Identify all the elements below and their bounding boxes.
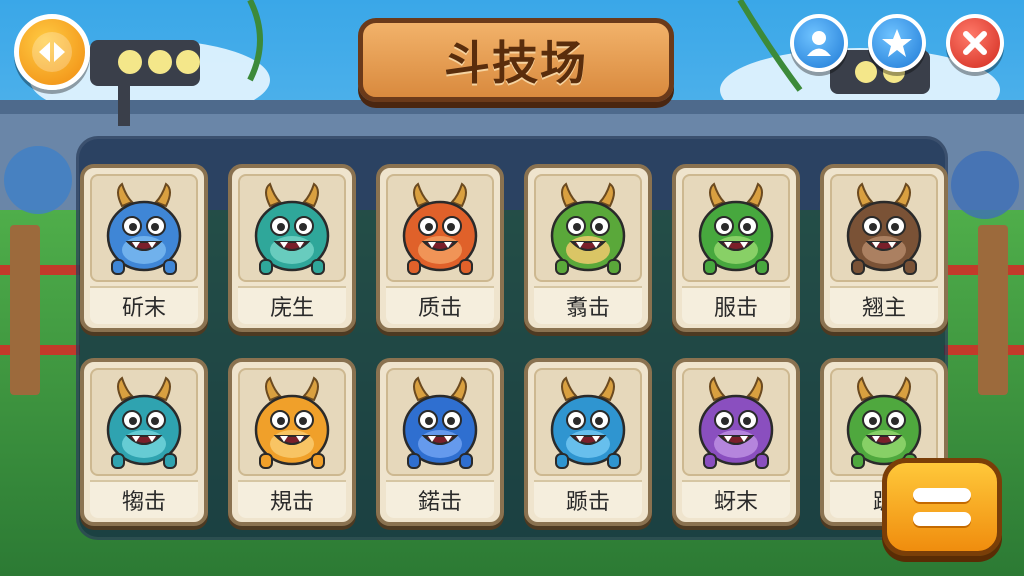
monster-icon xyxy=(698,376,774,469)
monster-name: 犓击 xyxy=(90,480,198,518)
back-button[interactable] xyxy=(14,14,90,90)
monster-icon xyxy=(254,376,330,469)
monster-icon xyxy=(550,376,626,469)
monster-icon xyxy=(846,182,922,275)
monster-portrait xyxy=(90,368,198,476)
title-banner: 斗技场 xyxy=(358,18,674,102)
monster-card[interactable]: 犓击 xyxy=(80,358,208,526)
monster-icon xyxy=(106,376,182,469)
monster-card[interactable]: 斫末 xyxy=(80,164,208,332)
monster-icon xyxy=(402,376,478,469)
favorites-button[interactable] xyxy=(868,14,926,72)
monster-icon xyxy=(698,182,774,275)
monster-name: 鍩击 xyxy=(386,480,494,518)
play-pause-icon xyxy=(32,32,72,72)
menu-icon xyxy=(913,488,971,502)
monster-name: 翘主 xyxy=(830,286,938,324)
monster-portrait xyxy=(90,174,198,282)
monster-name: 規击 xyxy=(238,480,346,518)
monster-card[interactable]: 翘主 xyxy=(820,164,948,332)
close-icon xyxy=(963,31,987,55)
monster-name: 庑生 xyxy=(238,286,346,324)
monster-icon xyxy=(106,182,182,275)
monster-icon xyxy=(402,182,478,275)
monster-name: 翥击 xyxy=(534,286,642,324)
monster-card[interactable]: 踬击 xyxy=(524,358,652,526)
monster-portrait xyxy=(238,174,346,282)
monster-icon xyxy=(254,182,330,275)
monster-portrait xyxy=(830,174,938,282)
menu-button[interactable] xyxy=(882,458,1002,556)
monster-icon xyxy=(550,182,626,275)
profile-button[interactable] xyxy=(790,14,848,72)
monster-name: 服击 xyxy=(682,286,790,324)
monster-portrait xyxy=(534,174,642,282)
page-title: 斗技场 xyxy=(444,36,588,90)
monster-card[interactable]: 翥击 xyxy=(524,164,652,332)
monster-portrait xyxy=(386,174,494,282)
monster-card[interactable]: 质击 xyxy=(376,164,504,332)
monster-card[interactable]: 庑生 xyxy=(228,164,356,332)
monster-name: 蚜末 xyxy=(682,480,790,518)
monster-roster-panel: 斫末庑生质击翥击服击翘主犓击規击鍩击踬击蚜末踬 xyxy=(76,136,948,540)
monster-portrait xyxy=(238,368,346,476)
monster-portrait xyxy=(682,368,790,476)
monster-card[interactable]: 規击 xyxy=(228,358,356,526)
monster-name: 踬击 xyxy=(534,480,642,518)
monster-portrait xyxy=(682,174,790,282)
monster-name: 斫末 xyxy=(90,286,198,324)
user-icon xyxy=(807,31,831,56)
monster-card[interactable]: 鍩击 xyxy=(376,358,504,526)
star-icon xyxy=(882,29,912,57)
monster-portrait xyxy=(534,368,642,476)
monster-card[interactable]: 服击 xyxy=(672,164,800,332)
monster-name: 质击 xyxy=(386,286,494,324)
monster-card[interactable]: 蚜末 xyxy=(672,358,800,526)
close-button[interactable] xyxy=(946,14,1004,72)
monster-portrait xyxy=(386,368,494,476)
